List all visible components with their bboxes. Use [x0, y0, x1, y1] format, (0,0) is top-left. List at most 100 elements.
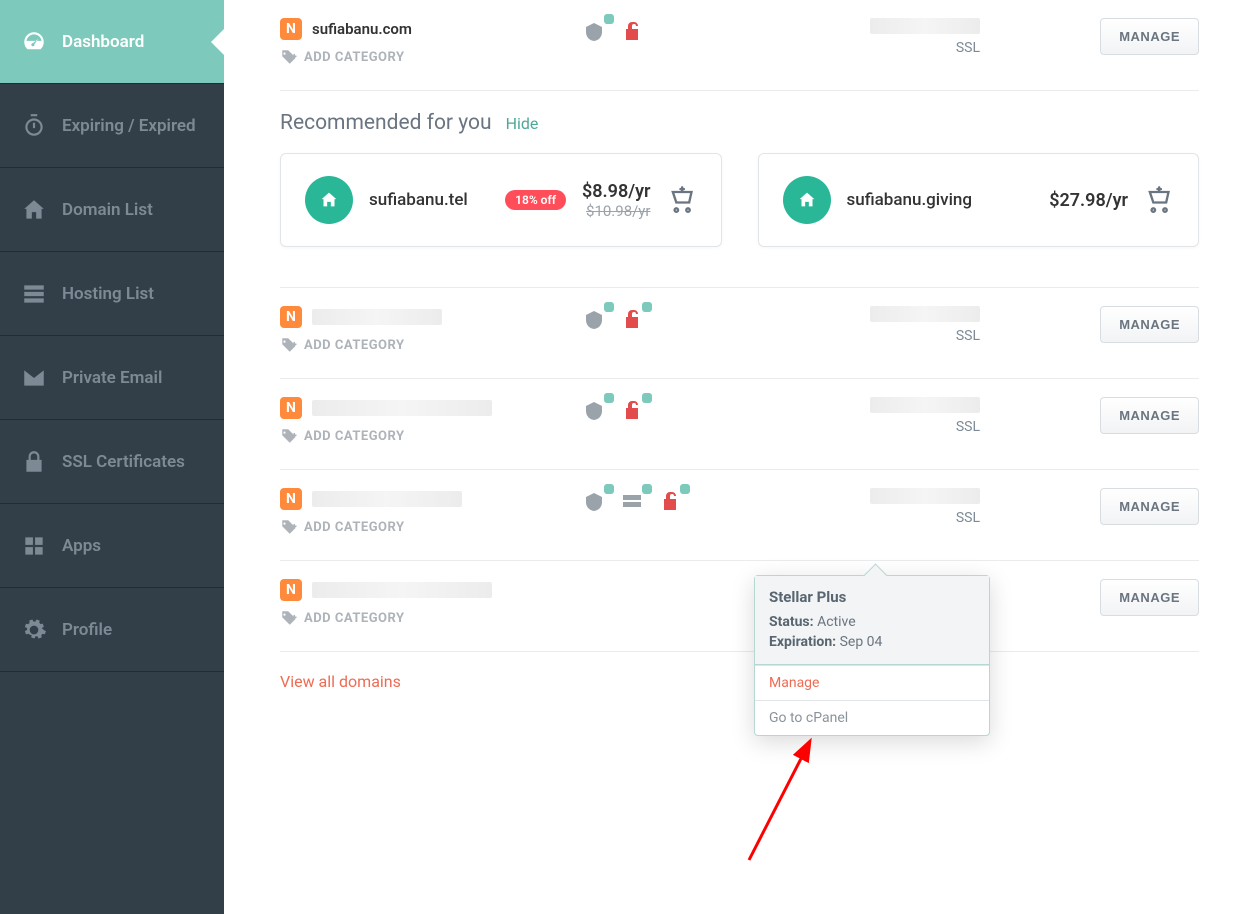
recommended-header: Recommended for you Hide — [280, 91, 1199, 153]
placeholder-bar — [312, 491, 462, 507]
lock-open-icon[interactable] — [656, 488, 684, 516]
envelope-icon — [20, 364, 48, 392]
home-icon — [20, 196, 48, 224]
shield-home-icon[interactable] — [580, 488, 608, 516]
sidebar-item-label: SSL Certificates — [62, 452, 185, 472]
domain-row: N sufiabanu.com ADD CATEGORY SSL MANAGE — [280, 0, 1199, 91]
tag-plus-icon — [280, 609, 298, 627]
shield-home-icon[interactable] — [580, 306, 608, 334]
ssl-label: SSL — [956, 510, 980, 526]
lock-open-icon[interactable] — [618, 18, 646, 46]
add-category-label: ADD CATEGORY — [304, 520, 405, 535]
manage-button[interactable]: MANAGE — [1100, 488, 1199, 525]
popover-expiration-label: Expiration: — [769, 634, 836, 650]
sidebar-item-expiring[interactable]: Expiring / Expired — [0, 84, 224, 168]
home-circle-icon — [783, 176, 831, 224]
provider-badge-icon: N — [280, 306, 302, 328]
recommended-domain-name: sufiabanu.giving — [847, 190, 1034, 210]
lock-icon — [20, 448, 48, 476]
sidebar-item-label: Private Email — [62, 368, 162, 388]
popover-cpanel-link[interactable]: Go to cPanel — [755, 700, 989, 735]
ssl-label: SSL — [956, 328, 980, 344]
add-category-label: ADD CATEGORY — [304, 611, 405, 626]
sidebar-item-label: Dashboard — [62, 32, 144, 52]
home-circle-icon — [305, 176, 353, 224]
popover-status-value: Active — [817, 614, 856, 630]
recommended-card: sufiabanu.tel 18% off $8.98/yr $10.98/yr — [280, 153, 722, 247]
domain-name: sufiabanu.com — [312, 20, 412, 38]
lock-open-icon[interactable] — [618, 306, 646, 334]
sidebar-item-label: Apps — [62, 536, 101, 556]
old-price: $10.98/yr — [582, 202, 651, 220]
tag-plus-icon — [280, 48, 298, 66]
shield-home-icon[interactable] — [580, 18, 608, 46]
placeholder-bar — [870, 18, 980, 34]
shield-home-icon[interactable] — [580, 397, 608, 425]
add-to-cart-icon[interactable] — [667, 185, 697, 215]
lock-open-icon[interactable] — [618, 397, 646, 425]
domain-row: N ADD CATEGORY SSL MANAGE — [280, 379, 1199, 470]
provider-badge-icon: N — [280, 488, 302, 510]
add-category-link[interactable]: ADD CATEGORY — [280, 336, 580, 354]
recommended-card: sufiabanu.giving $27.98/yr — [758, 153, 1200, 247]
gauge-icon — [20, 28, 48, 56]
ssl-label: SSL — [956, 419, 980, 435]
annotation-arrow-icon — [739, 735, 829, 869]
add-category-link[interactable]: ADD CATEGORY — [280, 609, 580, 627]
placeholder-bar — [870, 488, 980, 504]
manage-button[interactable]: MANAGE — [1100, 397, 1199, 434]
placeholder-bar — [870, 306, 980, 322]
add-category-link[interactable]: ADD CATEGORY — [280, 427, 580, 445]
manage-button[interactable]: MANAGE — [1100, 18, 1199, 55]
manage-button[interactable]: MANAGE — [1100, 306, 1199, 343]
tag-plus-icon — [280, 518, 298, 536]
add-category-label: ADD CATEGORY — [304, 338, 405, 353]
domain-row: N ADD CATEGORY SSL MANAGE — [280, 561, 1199, 652]
gear-icon — [20, 616, 48, 644]
discount-badge: 18% off — [505, 190, 566, 210]
server-icon — [20, 280, 48, 308]
tag-plus-icon — [280, 427, 298, 445]
sidebar-item-hosting-list[interactable]: Hosting List — [0, 252, 224, 336]
popover-expiration-value: Sep 04 — [840, 634, 883, 650]
hosting-popover: Stellar Plus Status: Active Expiration: … — [754, 575, 990, 736]
status-icons — [580, 18, 800, 46]
placeholder-bar — [312, 582, 492, 598]
sidebar-item-ssl[interactable]: SSL Certificates — [0, 420, 224, 504]
sidebar-item-profile[interactable]: Profile — [0, 588, 224, 672]
provider-badge-icon: N — [280, 397, 302, 419]
popover-status-label: Status: — [769, 614, 814, 630]
provider-badge-icon: N — [280, 579, 302, 601]
price: $8.98/yr — [582, 181, 651, 202]
placeholder-bar — [870, 397, 980, 413]
recommended-domain-name: sufiabanu.tel — [369, 190, 489, 210]
sidebar: Dashboard Expiring / Expired Domain List… — [0, 0, 224, 914]
sidebar-item-apps[interactable]: Apps — [0, 504, 224, 588]
add-category-label: ADD CATEGORY — [304, 50, 405, 65]
sidebar-item-private-email[interactable]: Private Email — [0, 336, 224, 420]
sidebar-item-label: Domain List — [62, 200, 153, 220]
add-category-link[interactable]: ADD CATEGORY — [280, 48, 580, 66]
sidebar-item-label: Hosting List — [62, 284, 154, 304]
popover-manage-link[interactable]: Manage — [755, 665, 989, 700]
manage-button[interactable]: MANAGE — [1100, 579, 1199, 616]
add-to-cart-icon[interactable] — [1144, 185, 1174, 215]
stopwatch-icon — [20, 112, 48, 140]
domain-row: N ADD CATEGORY SSL MANAGE — [280, 288, 1199, 379]
view-all-domains-link[interactable]: View all domains — [280, 652, 1199, 711]
domain-row: N ADD CATEGORY SSL MANAGE — [280, 470, 1199, 561]
sidebar-item-label: Profile — [62, 620, 112, 640]
sidebar-item-domain-list[interactable]: Domain List — [0, 168, 224, 252]
main-content: N sufiabanu.com ADD CATEGORY SSL MANAGE … — [224, 0, 1255, 914]
price: $27.98/yr — [1049, 190, 1128, 211]
provider-badge-icon: N — [280, 18, 302, 40]
tag-plus-icon — [280, 336, 298, 354]
hosting-icon[interactable] — [618, 488, 646, 516]
add-category-link[interactable]: ADD CATEGORY — [280, 518, 580, 536]
recommended-cards: sufiabanu.tel 18% off $8.98/yr $10.98/yr… — [280, 153, 1199, 288]
add-category-label: ADD CATEGORY — [304, 429, 405, 444]
recommended-title: Recommended for you — [280, 111, 492, 135]
hide-link[interactable]: Hide — [506, 114, 539, 133]
sidebar-item-dashboard[interactable]: Dashboard — [0, 0, 224, 84]
placeholder-bar — [312, 400, 492, 416]
